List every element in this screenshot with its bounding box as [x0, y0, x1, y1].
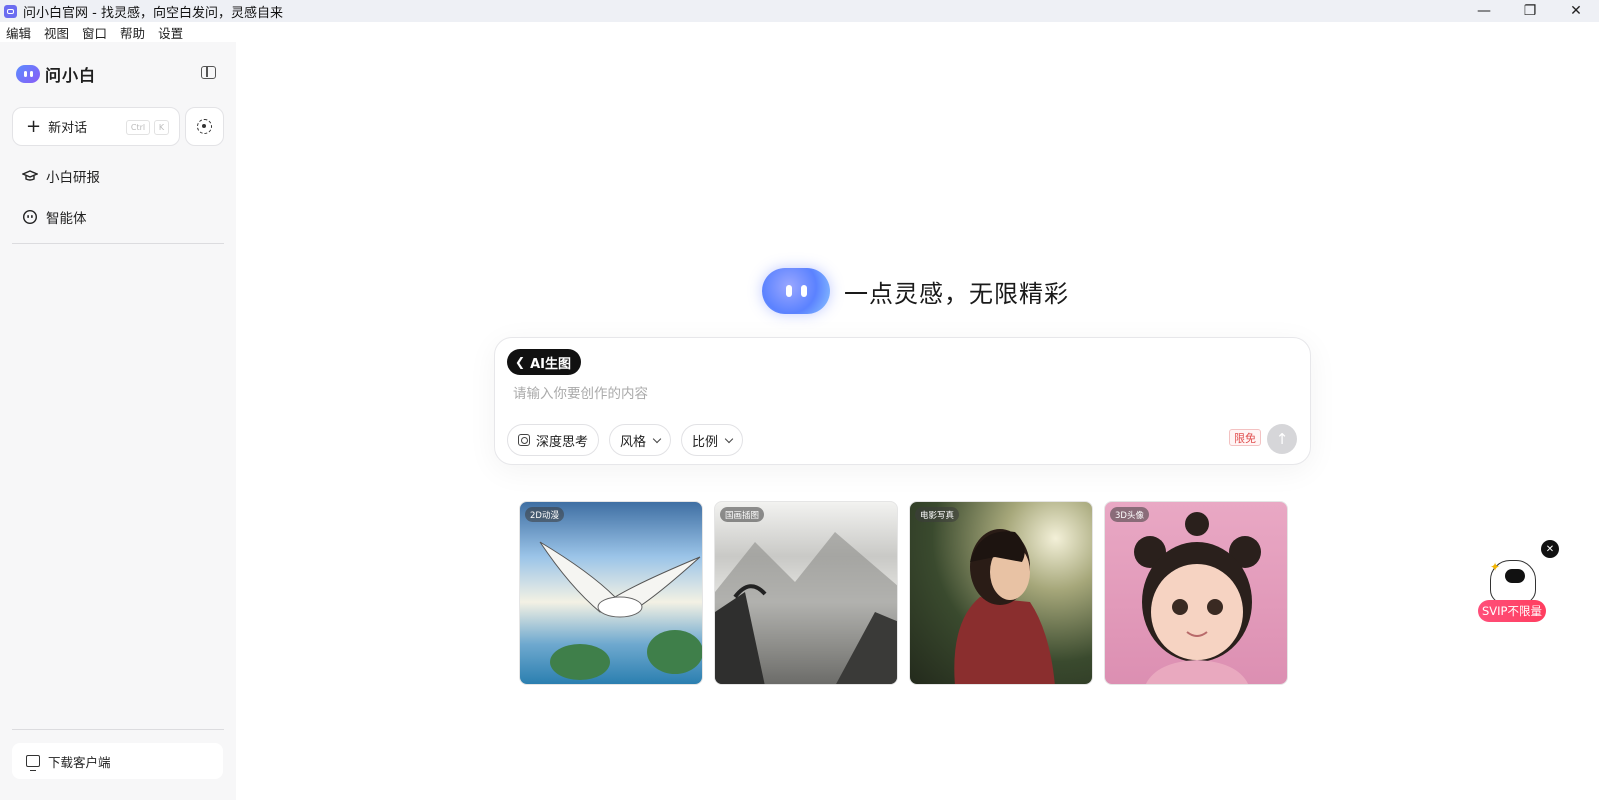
svip-promo[interactable]: ✕ ✦ SVIP不限量: [1478, 540, 1559, 625]
deep-think-icon: [518, 434, 530, 446]
shortcut-k: K: [154, 120, 169, 135]
dashed-circle-icon: [197, 119, 212, 134]
bot-face-icon: [22, 209, 38, 225]
sample-card-3d-avatar[interactable]: 3D头像: [1104, 501, 1288, 685]
close-button[interactable]: ✕: [1553, 0, 1599, 22]
menu-window[interactable]: 窗口: [82, 23, 107, 42]
prompt-input[interactable]: [513, 382, 1213, 406]
sample-card-2d-anime[interactable]: 2D动漫: [519, 501, 703, 685]
monitor-icon: [26, 755, 40, 771]
window-title: 问小白官网 - 找灵感，向空白发问，灵感自来: [23, 5, 283, 21]
prompt-composer: ❮ AI生图 深度思考 风格 比例 限免 ↑: [494, 337, 1311, 465]
restore-button[interactable]: ❐: [1507, 0, 1553, 22]
menu-edit[interactable]: 编辑: [6, 23, 31, 42]
ratio-label: 比例: [692, 434, 719, 450]
card-tag: 国画插图: [720, 507, 765, 522]
seagull-image: [539, 541, 702, 680]
send-button[interactable]: ↑: [1267, 424, 1297, 454]
sample-card-movie-portrait[interactable]: 电影写真: [909, 501, 1093, 685]
chevron-down-icon: [652, 434, 662, 443]
menu-view[interactable]: 视图: [44, 23, 69, 42]
deep-think-toggle[interactable]: 深度思考: [507, 424, 600, 456]
download-client-button[interactable]: 下载客户端: [12, 743, 223, 779]
ink-mountains-image: [715, 532, 897, 684]
mode-label: AI生图: [530, 356, 571, 372]
cartoon-girl-image: [1134, 512, 1261, 684]
new-chat-label: 新对话: [48, 121, 88, 136]
graduation-cap-icon: [22, 168, 38, 184]
sample-gallery: 2D动漫 国画插图 电影写真 3D头像: [519, 501, 1288, 685]
menu-bar: 编辑 视图 窗口 帮助 设置: [0, 22, 196, 42]
arrow-up-icon: ↑: [1275, 430, 1289, 448]
chevron-down-icon: [724, 434, 734, 443]
sidebar-divider: [12, 243, 224, 244]
minimize-button[interactable]: —: [1461, 0, 1507, 22]
hero: 一点灵感，无限精彩: [762, 268, 1069, 314]
menu-settings[interactable]: 设置: [158, 23, 183, 42]
sidebar-item-label: 智能体: [46, 211, 87, 227]
mode-chip-ai-image[interactable]: ❮ AI生图: [507, 349, 581, 375]
card-tag: 电影写真: [915, 507, 960, 522]
logo-icon: [16, 65, 40, 83]
ratio-dropdown[interactable]: 比例: [681, 424, 744, 456]
sidebar-divider: [12, 729, 224, 730]
title-bar: 问小白官网 - 找灵感，向空白发问，灵感自来 — ❐ ✕: [0, 0, 1599, 22]
svip-label: SVIP不限量: [1478, 600, 1546, 622]
download-label: 下载客户端: [48, 754, 111, 770]
brand-name: 问小白: [45, 66, 97, 85]
sidebar-item-agents[interactable]: 智能体: [22, 207, 87, 227]
brand[interactable]: 问小白: [16, 62, 96, 86]
sidebar-item-research[interactable]: 小白研报: [22, 166, 100, 186]
portrait-image: [954, 529, 1055, 684]
sparkle-icon: ✦: [1490, 560, 1501, 574]
sidebar-toggle-icon[interactable]: [201, 66, 216, 79]
promo-close-button[interactable]: ✕: [1541, 540, 1559, 558]
shortcut-ctrl: Ctrl: [126, 120, 150, 135]
hero-slogan: 一点灵感，无限精彩: [844, 279, 1069, 308]
chevron-left-icon: ❮: [515, 355, 526, 369]
menu-help[interactable]: 帮助: [120, 23, 145, 42]
deep-think-label: 深度思考: [536, 434, 589, 450]
sidebar-item-label: 小白研报: [46, 170, 100, 186]
mascot-icon: [762, 268, 830, 314]
new-chat-button[interactable]: + 新对话 Ctrl K: [12, 107, 180, 146]
sample-card-ink-painting[interactable]: 国画插图: [714, 501, 898, 685]
window-controls: — ❐ ✕: [1461, 0, 1599, 22]
free-badge: 限免: [1229, 429, 1261, 446]
sidebar: 问小白 + 新对话 Ctrl K 小白研报 智能体 下载客户端: [0, 42, 236, 800]
card-tag: 2D动漫: [525, 507, 564, 522]
plus-icon: +: [26, 115, 42, 137]
card-tag: 3D头像: [1110, 507, 1149, 522]
app-icon: [4, 4, 17, 18]
style-dropdown[interactable]: 风格: [609, 424, 672, 456]
style-label: 风格: [620, 434, 647, 450]
discover-button[interactable]: [185, 107, 224, 146]
